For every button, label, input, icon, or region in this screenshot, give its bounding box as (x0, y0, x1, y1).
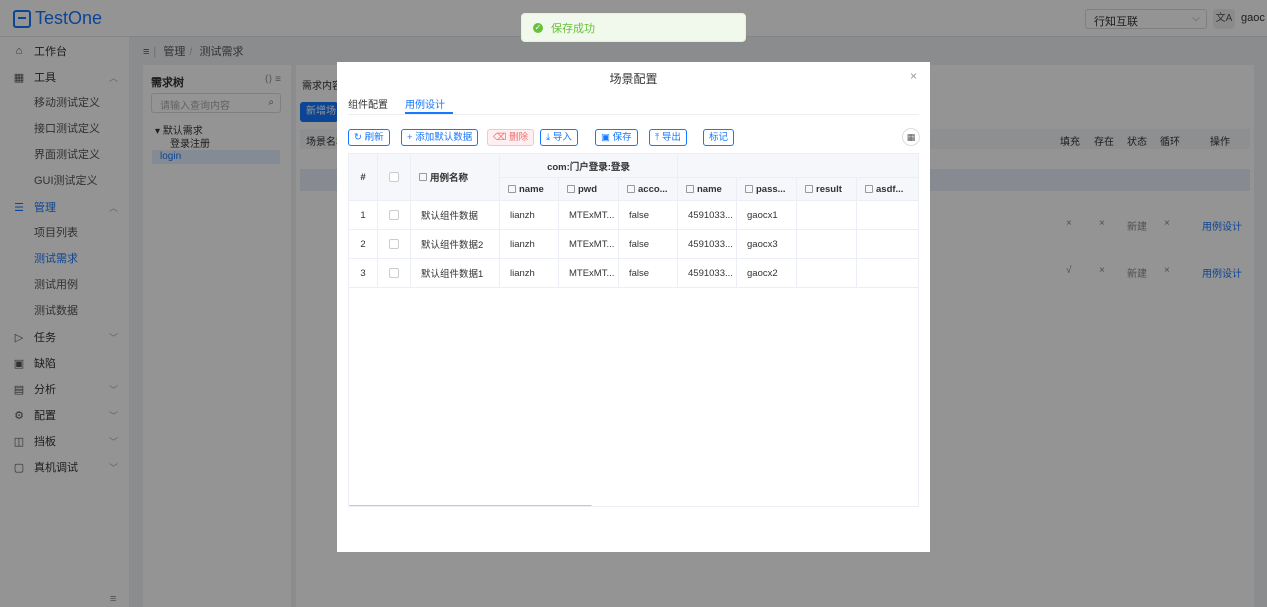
row-index: 1 (349, 201, 378, 230)
data-cell[interactable]: lianzh (500, 259, 559, 288)
export-button[interactable]: ⤒ 导出 (649, 129, 687, 146)
refresh-button[interactable]: ↻ 刷新 (348, 129, 390, 146)
data-cell[interactable]: false (619, 230, 678, 259)
data-cell[interactable] (857, 259, 918, 288)
delete-label: 删除 (509, 132, 529, 143)
col-header[interactable]: pass... (737, 178, 797, 201)
column-settings-icon[interactable]: ▦ (902, 128, 920, 146)
col-header[interactable]: name (500, 178, 559, 201)
data-cell[interactable]: MTExMT... (559, 201, 619, 230)
import-button[interactable]: ⤓ 导入 (540, 129, 578, 146)
case-name-cell[interactable]: 默认组件数据2 (411, 230, 500, 259)
delete-button[interactable]: ⌫ 删除 (487, 129, 535, 146)
row-index: 3 (349, 259, 378, 288)
row-checkbox[interactable] (389, 268, 399, 278)
col-header-label: asdf... (876, 183, 904, 195)
data-cell[interactable]: gaocx3 (737, 230, 797, 259)
case-name-cell[interactable]: 默认组件数据 (411, 201, 500, 230)
data-cell[interactable]: false (619, 259, 678, 288)
edit-icon (419, 173, 427, 181)
edit-icon (508, 185, 516, 193)
select-all-checkbox[interactable] (389, 172, 399, 182)
modal-title: 场景配置 (609, 72, 658, 86)
edit-icon (686, 185, 694, 193)
data-cell[interactable] (857, 201, 918, 230)
save-button[interactable]: ▣ 保存 (595, 129, 638, 146)
col-header-label: pass... (756, 183, 786, 195)
row-index: 2 (349, 230, 378, 259)
case-data-table: # 用例名称 com:门户登录:登录 name pwd acco... name… (348, 153, 919, 507)
row-checkbox[interactable] (389, 210, 399, 220)
data-cell[interactable]: lianzh (500, 201, 559, 230)
upload-icon: ⤒ (655, 132, 660, 143)
refresh-label: 刷新 (364, 132, 384, 143)
edit-icon (865, 185, 873, 193)
edit-icon (745, 185, 753, 193)
group-header: com:门户登录:登录 (500, 154, 678, 178)
col-header[interactable]: pwd (559, 178, 619, 201)
mark-button[interactable]: 标记 (703, 129, 735, 146)
group-header-empty (678, 154, 918, 178)
export-label: 导出 (661, 132, 681, 143)
data-cell[interactable] (797, 201, 857, 230)
col-header[interactable]: name (678, 178, 737, 201)
col-header-label: acco... (638, 183, 668, 195)
row-select-cell[interactable] (378, 201, 411, 230)
success-toast: ✓ 保存成功 (521, 13, 746, 42)
data-cell[interactable]: lianzh (500, 230, 559, 259)
refresh-icon: ↻ (354, 132, 362, 143)
col-header-label: name (697, 183, 722, 195)
tabs-divider (348, 114, 919, 115)
col-case-name-label: 用例名称 (430, 173, 469, 184)
data-cell[interactable]: 4591033... (678, 230, 737, 259)
data-cell[interactable]: MTExMT... (559, 230, 619, 259)
row-select-cell[interactable] (378, 259, 411, 288)
check-circle-icon: ✓ (533, 22, 543, 33)
add-default-label: 添加默认数据 (415, 132, 473, 143)
save-label: 保存 (612, 132, 632, 143)
add-default-data-button[interactable]: + 添加默认数据 (401, 129, 479, 146)
plus-icon: + (407, 132, 413, 143)
row-select-cell[interactable] (378, 230, 411, 259)
col-index-header: # (349, 154, 378, 201)
col-header-label: result (816, 183, 842, 195)
col-header[interactable]: asdf... (857, 178, 918, 201)
edit-icon (627, 185, 635, 193)
data-cell[interactable]: 4591033... (678, 259, 737, 288)
col-case-name-header[interactable]: 用例名称 (411, 154, 500, 201)
horizontal-scrollbar[interactable] (349, 505, 592, 506)
data-cell[interactable]: gaocx1 (737, 201, 797, 230)
save-icon: ▣ (601, 132, 610, 143)
col-header-label: pwd (578, 183, 597, 195)
row-checkbox[interactable] (389, 239, 399, 249)
import-label: 导入 (552, 132, 572, 143)
data-cell[interactable]: gaocx2 (737, 259, 797, 288)
col-header-label: name (519, 183, 544, 195)
case-name-cell[interactable]: 默认组件数据1 (411, 259, 500, 288)
toast-message: 保存成功 (551, 22, 595, 35)
col-header[interactable]: result (797, 178, 857, 201)
tab-component-config[interactable]: 组件配置 (348, 96, 388, 111)
scene-config-modal: 场景配置 × 组件配置 用例设计 ↻ 刷新 + 添加默认数据 ⌫ 删除 ⤓ 导入… (337, 62, 930, 552)
data-cell[interactable] (857, 230, 918, 259)
edit-icon (567, 185, 575, 193)
tab-case-design[interactable]: 用例设计 (405, 96, 445, 111)
data-cell[interactable]: false (619, 201, 678, 230)
close-icon[interactable]: × (910, 69, 917, 83)
edit-icon (805, 185, 813, 193)
download-icon: ⤓ (546, 132, 551, 143)
data-cell[interactable]: MTExMT... (559, 259, 619, 288)
select-all-header[interactable] (378, 154, 411, 201)
col-header[interactable]: acco... (619, 178, 678, 201)
data-cell[interactable] (797, 230, 857, 259)
trash-icon: ⌫ (493, 132, 507, 143)
data-cell[interactable]: 4591033... (678, 201, 737, 230)
data-cell[interactable] (797, 259, 857, 288)
